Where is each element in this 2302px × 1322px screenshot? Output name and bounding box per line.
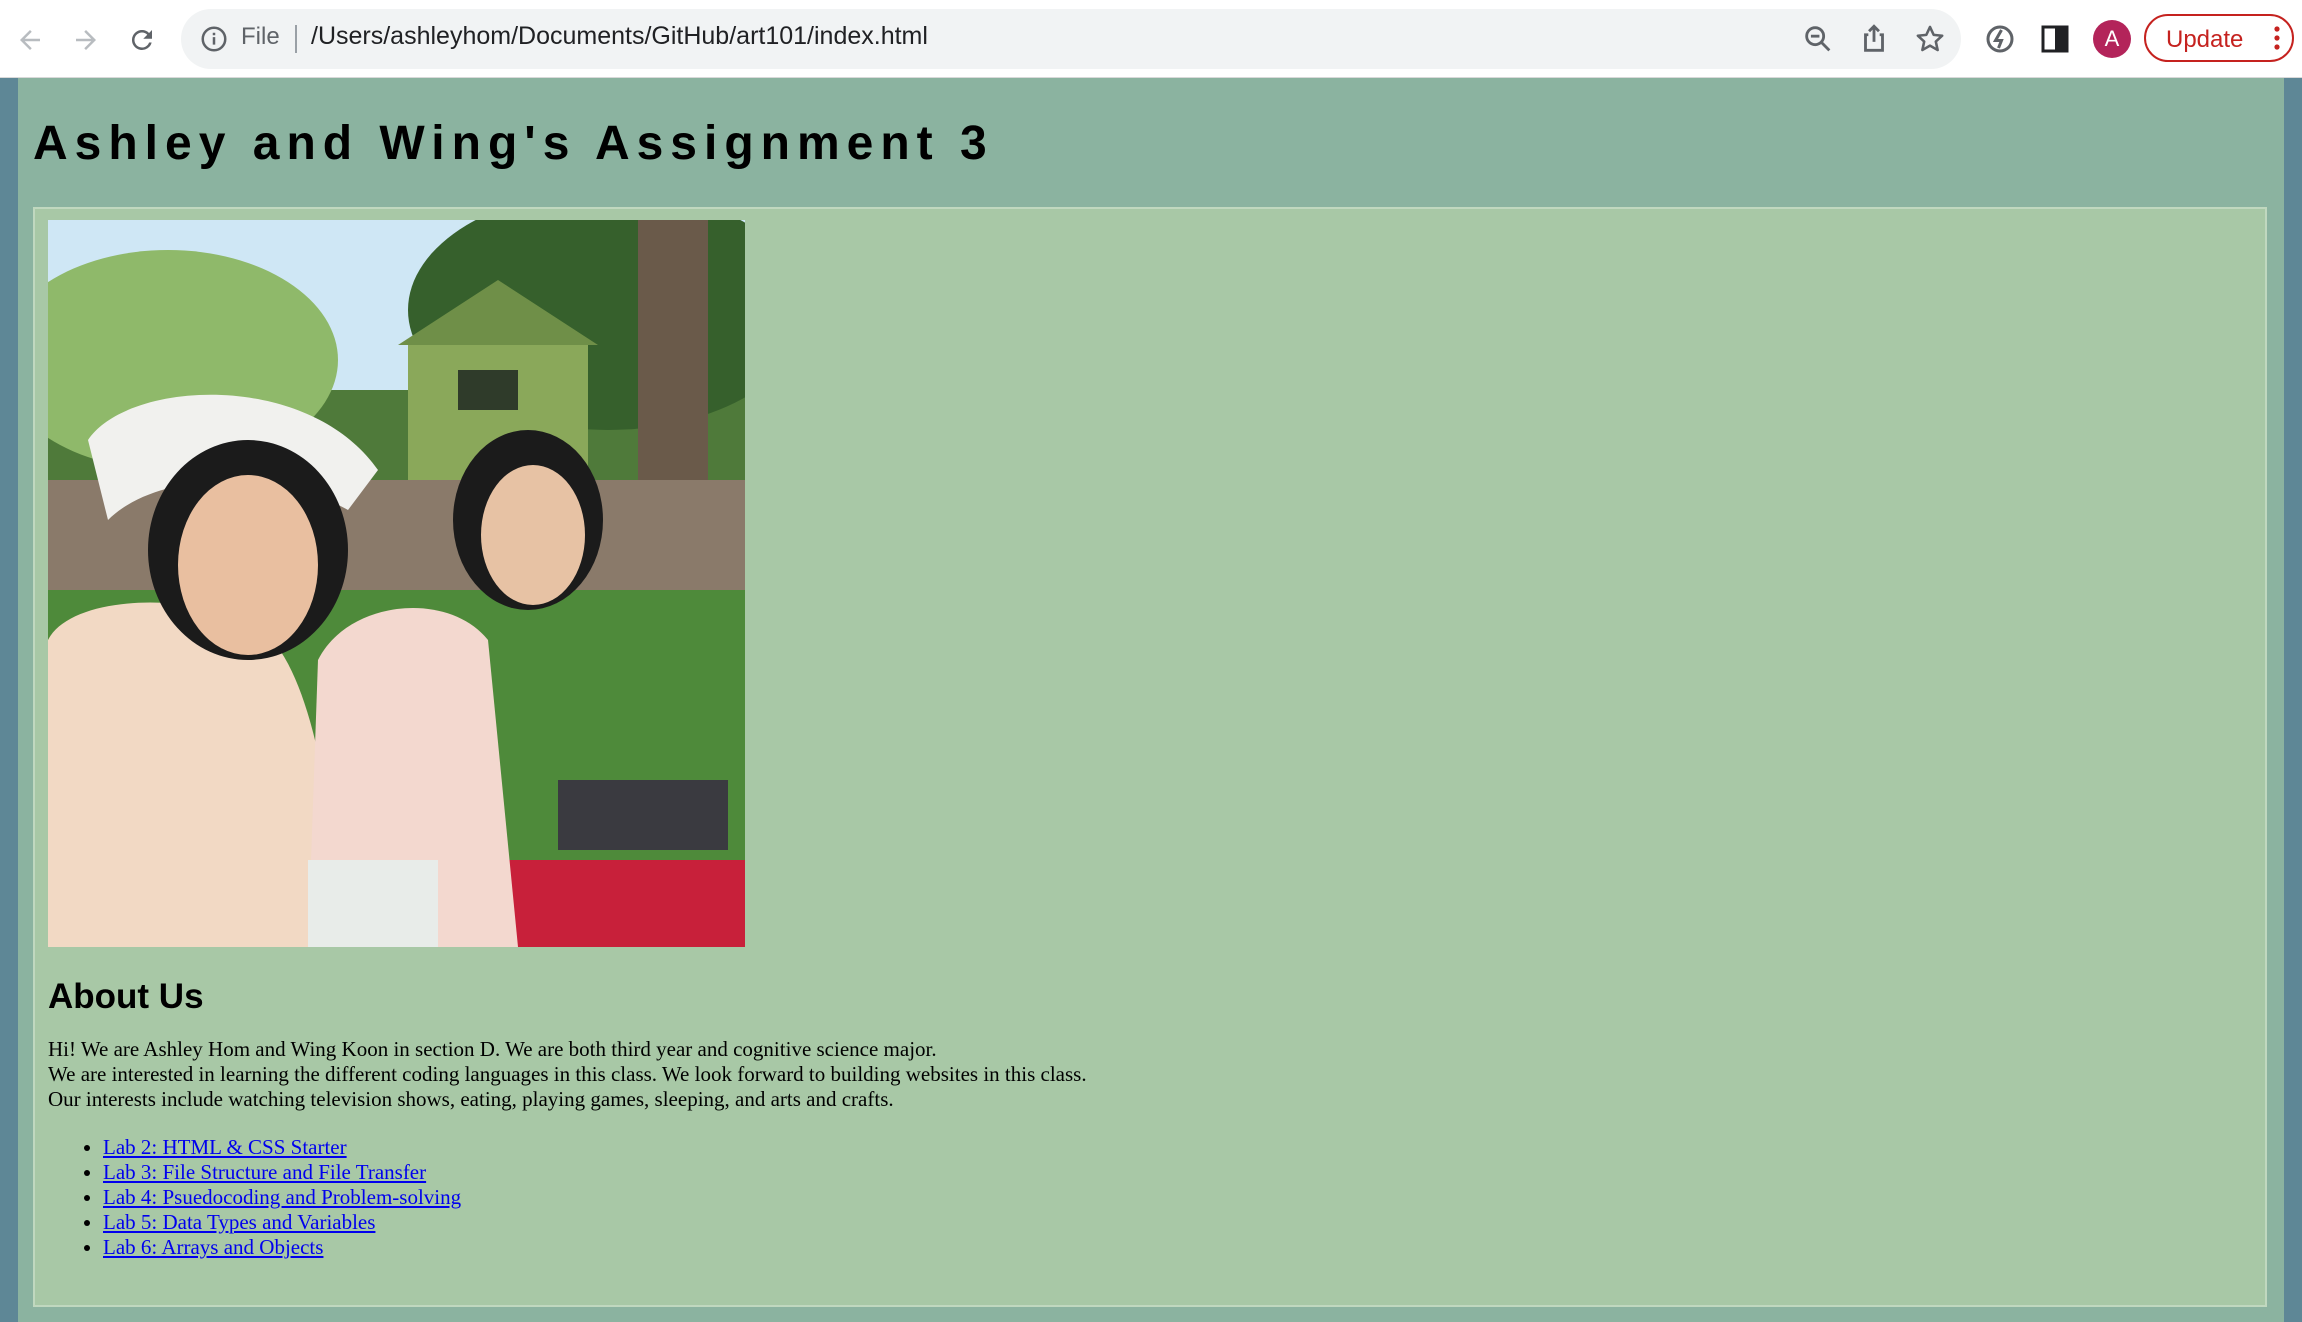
side-panel-icon[interactable] bbox=[2037, 21, 2073, 57]
forward-arrow-icon bbox=[76, 30, 96, 50]
about-heading: About Us bbox=[48, 977, 204, 1016]
url-scheme-label: File bbox=[241, 23, 280, 50]
profile-avatar[interactable]: A bbox=[2093, 20, 2131, 58]
lab-5-link[interactable]: Lab 5: Data Types and Variables bbox=[103, 1210, 375, 1234]
reload-button[interactable] bbox=[120, 18, 164, 62]
lab-6-link[interactable]: Lab 6: Arrays and Objects bbox=[103, 1235, 323, 1259]
about-paragraph: Hi! We are Ashley Hom and Wing Koon in s… bbox=[48, 1037, 1087, 1112]
forward-button[interactable] bbox=[64, 18, 108, 62]
page-viewport: Ashley and Wing's Assignment 3 About Us … bbox=[0, 78, 2302, 1322]
page-body: Ashley and Wing's Assignment 3 About Us … bbox=[18, 78, 2284, 1322]
extensions-icon[interactable] bbox=[1982, 21, 2018, 57]
lab-3-link[interactable]: Lab 3: File Structure and File Transfer bbox=[103, 1160, 426, 1184]
list-item: Lab 2: HTML & CSS Starter bbox=[103, 1135, 461, 1160]
address-bar[interactable]: File /Users/ashleyhom/Documents/GitHub/a… bbox=[181, 9, 1961, 69]
lab-4-link[interactable]: Lab 4: Psuedocoding and Problem-solving bbox=[103, 1185, 461, 1209]
list-item: Lab 5: Data Types and Variables bbox=[103, 1210, 461, 1235]
about-line: Hi! We are Ashley Hom and Wing Koon in s… bbox=[48, 1037, 937, 1061]
content-panel: About Us Hi! We are Ashley Hom and Wing … bbox=[33, 207, 2267, 1307]
photo-image bbox=[48, 220, 745, 947]
more-vert-icon[interactable] bbox=[2272, 25, 2282, 51]
list-item: Lab 3: File Structure and File Transfer bbox=[103, 1160, 461, 1185]
star-icon[interactable] bbox=[1913, 22, 1947, 56]
url-text[interactable]: /Users/ashleyhom/Documents/GitHub/art101… bbox=[311, 22, 928, 51]
share-icon[interactable] bbox=[1857, 22, 1891, 56]
list-item: Lab 6: Arrays and Objects bbox=[103, 1235, 461, 1260]
update-label: Update bbox=[2166, 26, 2244, 53]
back-arrow-icon bbox=[20, 30, 40, 50]
browser-toolbar: File /Users/ashleyhom/Documents/GitHub/a… bbox=[0, 0, 2302, 78]
zoom-out-icon[interactable] bbox=[1801, 22, 1835, 56]
page-title: Ashley and Wing's Assignment 3 bbox=[33, 117, 994, 170]
about-line: Our interests include watching televisio… bbox=[48, 1087, 894, 1111]
update-button[interactable]: Update bbox=[2144, 14, 2294, 62]
lab-links-list: Lab 2: HTML & CSS Starter Lab 3: File St… bbox=[48, 1135, 461, 1260]
lab-2-link[interactable]: Lab 2: HTML & CSS Starter bbox=[103, 1135, 347, 1159]
list-item: Lab 4: Psuedocoding and Problem-solving bbox=[103, 1185, 461, 1210]
about-line: We are interested in learning the differ… bbox=[48, 1062, 1087, 1086]
info-icon[interactable] bbox=[199, 24, 229, 54]
back-button[interactable] bbox=[8, 18, 52, 62]
reload-icon bbox=[131, 29, 152, 50]
url-divider bbox=[295, 25, 297, 53]
